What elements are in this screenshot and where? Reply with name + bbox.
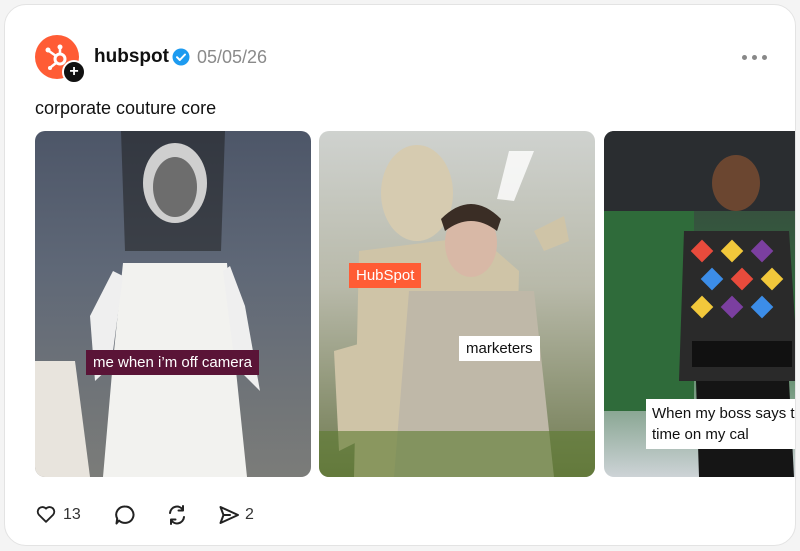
share-count: 2 <box>245 506 254 523</box>
follow-plus-icon[interactable]: + <box>62 60 86 84</box>
post-card: + hubspot 05/05/26 corporate couture cor… <box>4 4 796 546</box>
slide-2-overlay-text: marketers <box>459 336 540 361</box>
send-icon <box>219 506 239 524</box>
figure-white-gown-illustration <box>35 131 260 477</box>
post-date: 05/05/26 <box>197 47 268 67</box>
slide-3-overlay-text: When my boss says t some time on my cal <box>646 399 795 449</box>
repost-button[interactable] <box>165 503 189 527</box>
image-carousel[interactable]: me when i’m off camera HubSpot marketers <box>35 131 795 477</box>
carousel-image-1[interactable]: me when i’m off camera <box>35 131 311 477</box>
share-button[interactable]: 2 <box>217 503 267 527</box>
figure-beige-bodysuit-illustration <box>319 145 595 477</box>
like-count: 13 <box>63 506 81 523</box>
carousel-image-3[interactable]: When my boss says t some time on my cal <box>604 131 795 477</box>
carousel-image-2[interactable]: HubSpot marketers <box>319 131 595 477</box>
repost-icon <box>169 505 185 525</box>
post-caption: corporate couture core <box>35 98 217 118</box>
verified-badge-icon <box>172 48 190 66</box>
username[interactable]: hubspot <box>94 46 169 68</box>
slide-1-overlay-text: me when i’m off camera <box>86 350 259 375</box>
like-button[interactable]: 13 <box>35 503 87 527</box>
comment-bubble-icon <box>115 505 135 525</box>
more-options-button[interactable] <box>742 47 768 67</box>
heart-icon <box>36 506 56 523</box>
slide-2-overlay-text-brand: HubSpot <box>349 263 422 288</box>
comment-button[interactable] <box>113 503 137 527</box>
post-actions: 13 2 <box>35 503 335 527</box>
